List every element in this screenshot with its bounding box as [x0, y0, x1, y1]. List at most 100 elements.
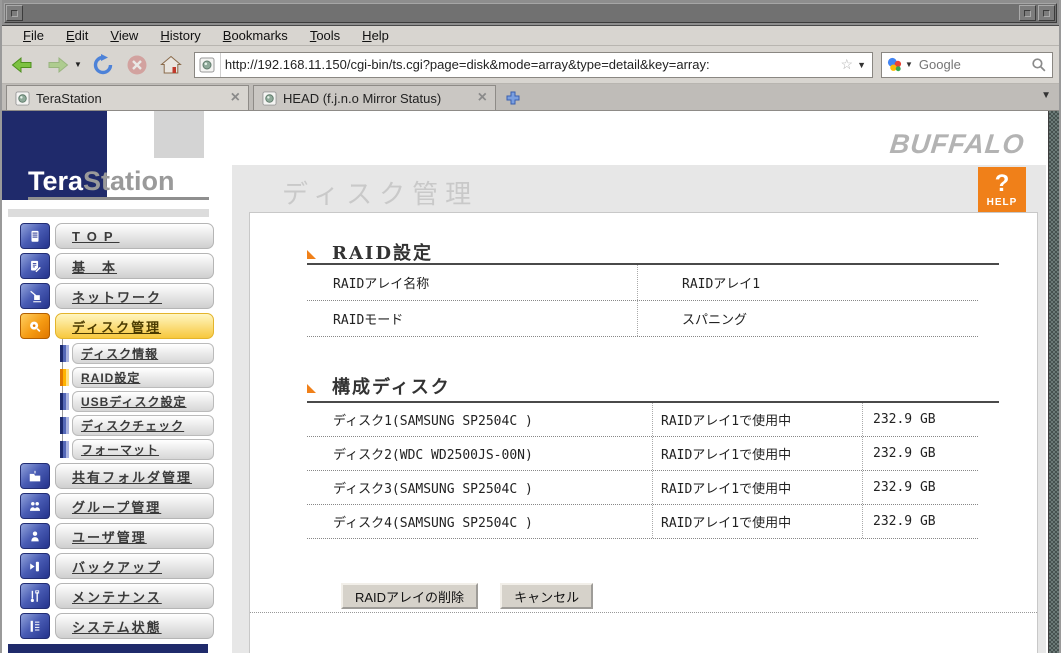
submenu-item-raid-settings[interactable]: RAID設定: [60, 367, 214, 388]
submenu-item-disk-check-label[interactable]: ディスクチェック: [72, 415, 214, 436]
disk1-name: ディスク1(SAMSUNG SP2504C ): [307, 403, 653, 436]
submenu-item-raid-settings-label[interactable]: RAID設定: [72, 367, 214, 388]
submenu-item-usb-disk[interactable]: USBディスク設定: [60, 391, 214, 412]
window-titlebar[interactable]: [2, 0, 1059, 26]
help-button[interactable]: ? HELP: [978, 167, 1026, 212]
forward-button[interactable]: [42, 50, 72, 80]
reload-button[interactable]: [88, 50, 118, 80]
back-history-dropdown[interactable]: ▼: [74, 60, 82, 69]
minimize-button[interactable]: [1019, 5, 1036, 21]
vertical-scrollbar[interactable]: [1048, 111, 1059, 653]
sidebar-item-network-label[interactable]: ネットワーク: [55, 283, 214, 309]
submenu-item-disk-info-label[interactable]: ディスク情報: [72, 343, 214, 364]
tab2-favicon-icon: [262, 90, 277, 106]
submenu-item-usb-disk-label[interactable]: USBディスク設定: [72, 391, 214, 412]
sidebar-item-top-label[interactable]: TOP: [55, 223, 214, 249]
tab1-close-icon[interactable]: ×: [231, 90, 240, 106]
sidebar-item-shared-folders-label[interactable]: 共有フォルダ管理: [55, 463, 214, 489]
table-row: RAIDアレイ名称 RAIDアレイ1: [307, 265, 978, 301]
sidebar-item-system-status[interactable]: システム状態: [20, 613, 214, 639]
submenu-item-format[interactable]: フォーマット: [60, 439, 214, 460]
minimize-icon: [1024, 9, 1031, 17]
url-bar: ☆ ▼: [193, 51, 873, 78]
search-engine-dropdown-icon[interactable]: ▼: [903, 60, 917, 69]
menu-edit[interactable]: Edit: [55, 28, 99, 43]
sidebar-item-group-management-label[interactable]: グループ管理: [55, 493, 214, 519]
sidebar-item-shared-folders[interactable]: 共有フォルダ管理: [20, 463, 214, 489]
menu-view[interactable]: View: [99, 28, 149, 43]
submenu-item-disk-check[interactable]: ディスクチェック: [60, 415, 214, 436]
table-row: ディスク3(SAMSUNG SP2504C ) RAIDアレイ1で使用中 232…: [307, 471, 978, 505]
table-row: ディスク1(SAMSUNG SP2504C ) RAIDアレイ1で使用中 232…: [307, 403, 978, 437]
sidebar-item-group-management[interactable]: グループ管理: [20, 493, 214, 519]
tools-icon: [20, 583, 50, 609]
search-input[interactable]: [916, 57, 1030, 72]
disk2-size: 232.9 GB: [873, 446, 936, 461]
tab1-title: TeraStation: [36, 90, 102, 106]
window-menu-icon: [11, 9, 18, 17]
system-status-icon: [20, 613, 50, 639]
page-title: ディスク管理: [282, 179, 479, 209]
group-icon: [20, 493, 50, 519]
help-button-label: HELP: [986, 196, 1018, 208]
document-pencil-icon: [20, 253, 50, 279]
url-dropdown-icon[interactable]: ▼: [855, 60, 872, 70]
home-icon: [160, 55, 182, 73]
raid-settings-table: RAIDアレイ名称 RAIDアレイ1 RAIDモード スパニング: [307, 265, 978, 337]
submenu-item-format-label[interactable]: フォーマット: [72, 439, 214, 460]
stop-button[interactable]: [122, 50, 152, 80]
sidebar-item-disk-management[interactable]: ディスク管理: [20, 313, 214, 339]
delete-raid-array-button[interactable]: RAIDアレイの削除: [341, 583, 479, 609]
disk3-status: RAIDアレイ1で使用中: [653, 471, 863, 504]
back-button[interactable]: [8, 50, 38, 80]
question-mark-icon: ?: [994, 169, 1010, 197]
sidebar-item-backup-label[interactable]: バックアップ: [55, 553, 214, 579]
raid-section-title: RAID設定: [332, 243, 433, 264]
user-icon: [20, 523, 50, 549]
raid-array-name-label: RAIDアレイ名称: [307, 265, 638, 300]
back-arrow-icon: [11, 56, 32, 73]
sidebar-item-basic-label[interactable]: 基 本: [55, 253, 214, 279]
new-tab-button[interactable]: [500, 85, 526, 110]
search-magnifier-icon[interactable]: [1030, 56, 1047, 73]
sidebar-item-user-management-label[interactable]: ユーザ管理: [55, 523, 214, 549]
sidebar-item-network[interactable]: ネットワーク: [20, 283, 214, 309]
tab-head-mirror-status[interactable]: HEAD (f.j.n.o Mirror Status) ×: [253, 85, 496, 110]
sidebar-item-maintenance[interactable]: メンテナンス: [20, 583, 214, 609]
sidebar-item-top[interactable]: TOP: [20, 223, 214, 249]
navigation-toolbar: ▼ ☆ ▼: [2, 46, 1059, 84]
bottom-dotted-rule: [250, 612, 1037, 613]
disks-table: ディスク1(SAMSUNG SP2504C ) RAIDアレイ1で使用中 232…: [307, 403, 978, 539]
disk4-size: 232.9 GB: [873, 514, 936, 529]
menu-history[interactable]: History: [149, 28, 211, 43]
menu-help[interactable]: Help: [351, 28, 400, 43]
home-button[interactable]: [156, 50, 186, 80]
raid-mode-label: RAIDモード: [307, 301, 638, 336]
google-logo-icon[interactable]: [886, 56, 903, 73]
sidebar-item-backup[interactable]: バックアップ: [20, 553, 214, 579]
menu-file[interactable]: File: [12, 28, 55, 43]
sidebar: TeraStation TOP 基 本 ネットワーク ディスク管理 ディスク情報…: [2, 111, 232, 653]
content-panel: RAID設定 RAIDアレイ名称 RAIDアレイ1 RAIDモード スパニング: [249, 212, 1038, 653]
maximize-button[interactable]: [1038, 5, 1055, 21]
url-input[interactable]: [220, 57, 839, 72]
tab2-close-icon[interactable]: ×: [478, 90, 487, 106]
submenu-item-disk-info[interactable]: ディスク情報: [60, 343, 214, 364]
cancel-button[interactable]: キャンセル: [500, 583, 594, 609]
bookmark-star-icon[interactable]: ☆: [839, 56, 856, 73]
menu-tools[interactable]: Tools: [299, 28, 351, 43]
sidebar-item-basic[interactable]: 基 本: [20, 253, 214, 279]
sidebar-item-maintenance-label[interactable]: メンテナンス: [55, 583, 214, 609]
tab-terastation[interactable]: TeraStation ×: [6, 85, 249, 110]
shared-folder-icon: [20, 463, 50, 489]
network-icon: [20, 283, 50, 309]
tab2-title: HEAD (f.j.n.o Mirror Status): [283, 90, 442, 106]
window-menu-button[interactable]: [6, 5, 23, 21]
menu-bookmarks[interactable]: Bookmarks: [212, 28, 299, 43]
sidebar-item-user-management[interactable]: ユーザ管理: [20, 523, 214, 549]
sidebar-item-disk-management-label[interactable]: ディスク管理: [55, 313, 214, 339]
list-all-tabs-icon[interactable]: ▼: [1041, 90, 1051, 101]
maximize-icon: [1043, 9, 1050, 17]
sidebar-item-system-status-label[interactable]: システム状態: [55, 613, 214, 639]
page-favicon-icon: [199, 57, 215, 72]
